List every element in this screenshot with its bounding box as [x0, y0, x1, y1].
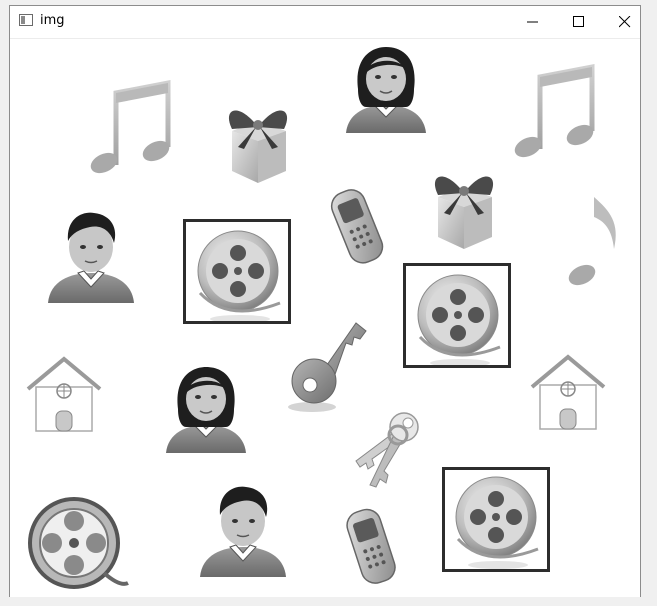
film-reel-icon: [28, 497, 129, 589]
music-note-icon: [514, 63, 595, 158]
app-icon: [19, 14, 33, 26]
music-note-icon: [568, 197, 616, 286]
selection-box: [403, 263, 511, 368]
app-window: img: [9, 5, 641, 597]
cell-phone-icon: [330, 189, 384, 264]
maximize-icon: [573, 16, 584, 27]
close-icon: [619, 16, 631, 28]
close-button[interactable]: [602, 6, 648, 38]
gift-icon: [228, 110, 288, 183]
cell-phone-icon: [346, 508, 396, 584]
house-icon: [530, 354, 606, 430]
keys-icon: [355, 412, 419, 488]
girl-avatar-icon: [346, 47, 426, 133]
title-bar[interactable]: img: [10, 6, 640, 38]
boy-avatar-icon: [200, 486, 286, 577]
image-canvas[interactable]: [10, 38, 640, 597]
selection-box: [183, 219, 291, 324]
maximize-button[interactable]: [556, 6, 602, 38]
house-icon: [26, 356, 102, 432]
minimize-icon: [527, 21, 538, 23]
music-note-icon: [90, 79, 171, 174]
selection-box: [442, 467, 550, 572]
gift-icon: [434, 176, 494, 249]
window-title: img: [40, 13, 65, 28]
key-icon: [288, 322, 367, 412]
boy-avatar-icon: [48, 212, 134, 303]
girl-avatar-icon: [166, 367, 246, 453]
minimize-button[interactable]: [510, 6, 556, 38]
